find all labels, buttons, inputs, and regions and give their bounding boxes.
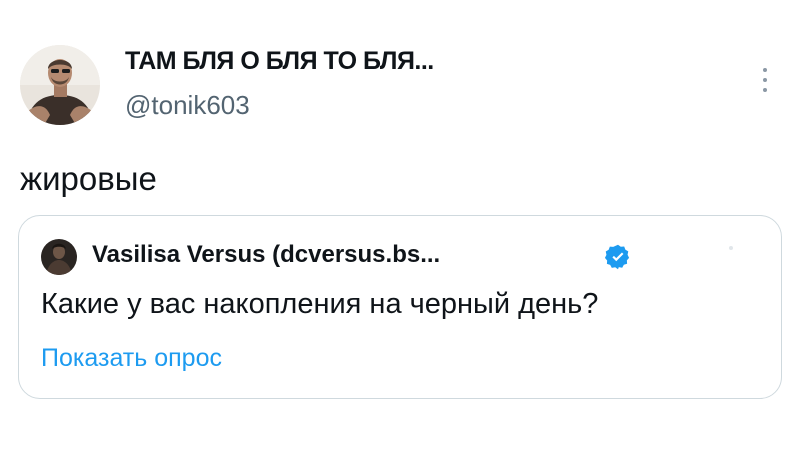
author-avatar[interactable] xyxy=(20,45,100,125)
tweet: ТАМ БЛЯ О БЛЯ ТО БЛЯ... @tonik603 жировы… xyxy=(0,0,800,453)
quoted-author-name: Vasilisa Versus (dcversus.bs... xyxy=(92,241,441,268)
quoted-author-avatar[interactable] xyxy=(41,239,77,275)
author-handle[interactable]: @tonik603 xyxy=(125,90,250,121)
more-vertical-icon[interactable] xyxy=(752,62,778,98)
tweet-text: жировые xyxy=(20,160,157,197)
author-display-name[interactable]: ТАМ БЛЯ О БЛЯ ТО БЛЯ... xyxy=(125,47,434,76)
quoted-avatar-photo-icon xyxy=(41,239,77,275)
verified-badge-icon xyxy=(604,243,632,271)
avatar-photo-icon xyxy=(20,45,100,125)
quoted-tweet-text: Какие у вас накопления на черный день? xyxy=(41,288,599,320)
show-poll-link[interactable]: Показать опрос xyxy=(41,344,222,373)
quoted-tweet-card[interactable]: Vasilisa Versus (dcversus.bs... Какие у … xyxy=(18,215,782,399)
quoted-meta-separator xyxy=(729,246,733,250)
